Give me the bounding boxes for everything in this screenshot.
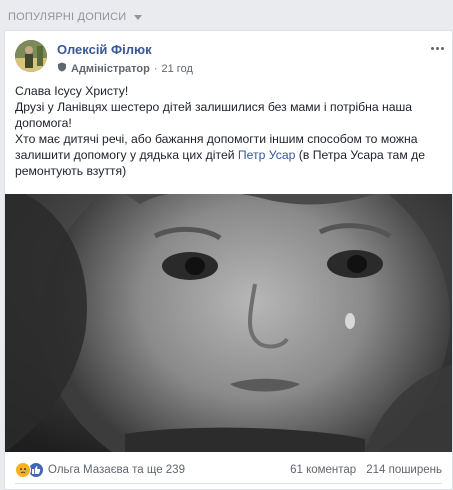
- post-photo[interactable]: [5, 194, 452, 452]
- post-time[interactable]: 21 год: [162, 63, 193, 75]
- reactions-summary[interactable]: Ольга Мазаєва та ще 239: [48, 464, 185, 476]
- shares-count[interactable]: 214 поширень: [366, 464, 442, 476]
- reaction-icons[interactable]: [15, 462, 44, 478]
- comments-count[interactable]: 61 коментар: [290, 464, 356, 476]
- divider: [15, 483, 442, 484]
- section-header[interactable]: ПОПУЛЯРНІ ДОПИСИ: [8, 11, 143, 23]
- author-role: Адміністратор: [71, 62, 150, 75]
- reactions-row: Ольга Мазаєва та ще 239 61 коментар 214 …: [15, 461, 442, 479]
- engagement-counts: 61 коментар 214 поширень: [290, 464, 442, 476]
- mentioned-user-link[interactable]: Петр Усар: [238, 148, 295, 162]
- post-text: Слава Ісусу Христу! Друзі у Ланівцях шес…: [15, 83, 445, 179]
- section-title: ПОПУЛЯРНІ ДОПИСИ: [8, 11, 127, 23]
- post-line: Слава Ісусу Христу!: [15, 84, 129, 98]
- author-name[interactable]: Олексій Філюк: [57, 42, 152, 57]
- post-line: Друзі у Ланівцях шестеро дітей залишилис…: [15, 100, 413, 130]
- meta-separator: ·: [153, 62, 158, 75]
- avatar[interactable]: [15, 40, 47, 72]
- post-line: Хто має дитячі речі, або бажання допомог…: [15, 131, 445, 179]
- admin-badge-icon: [57, 62, 67, 75]
- more-icon[interactable]: [429, 44, 445, 52]
- post-card: Олексій Філюк Адміністратор · 21 год Сла…: [4, 30, 453, 490]
- sad-reaction-icon: [15, 462, 31, 478]
- chevron-down-icon[interactable]: [134, 15, 143, 20]
- post-meta: Адміністратор · 21 год: [57, 62, 193, 75]
